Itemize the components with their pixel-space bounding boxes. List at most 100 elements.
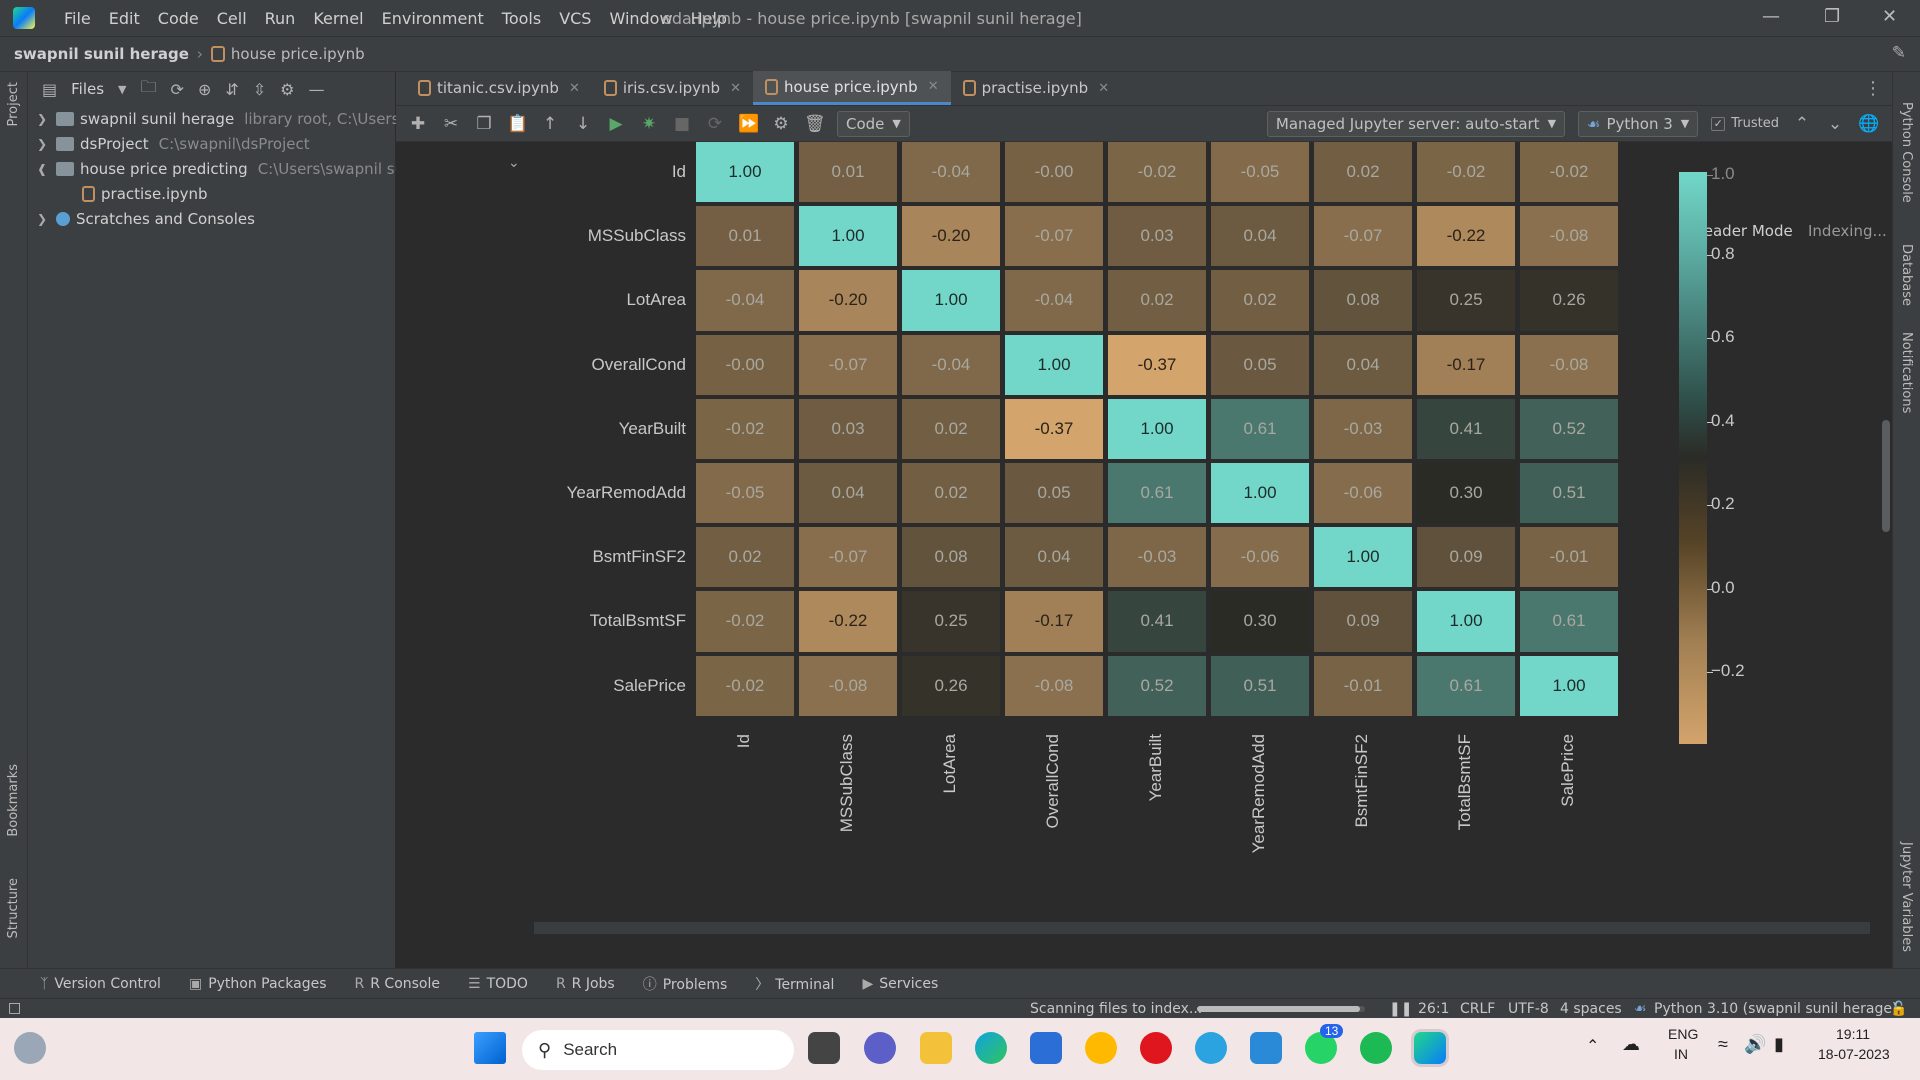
- tool-tab-terminal[interactable]: 〉 Terminal: [755, 974, 834, 994]
- jupyter-variables-tool-tab[interactable]: Jupyter Variables: [1899, 842, 1914, 952]
- tab-titanic[interactable]: titanic.csv.ipynb ✕: [406, 71, 592, 105]
- breadcrumb-file[interactable]: house price.ipynb: [231, 45, 365, 63]
- expand-all-icon[interactable]: ⇵: [225, 80, 238, 99]
- chevron-up-icon[interactable]: ⌃: [1792, 114, 1812, 134]
- project-view-selector[interactable]: Files: [71, 80, 104, 98]
- file-explorer-icon[interactable]: [920, 1032, 952, 1064]
- wifi-icon[interactable]: ≈: [1718, 1034, 1728, 1055]
- tool-tab-services[interactable]: ▶ Services: [862, 976, 938, 992]
- chevron-down-icon[interactable]: ⌄: [1825, 114, 1845, 134]
- opera-icon[interactable]: [1140, 1032, 1172, 1064]
- spotify-icon[interactable]: [1360, 1032, 1392, 1064]
- menu-file[interactable]: File: [55, 9, 100, 28]
- vscode-icon[interactable]: [1250, 1032, 1282, 1064]
- notifications-tool-tab[interactable]: Notifications: [1899, 332, 1914, 413]
- weather-icon[interactable]: [14, 1032, 46, 1064]
- menu-tools[interactable]: Tools: [493, 9, 550, 28]
- language-line2[interactable]: IN: [1674, 1046, 1688, 1062]
- menu-vcs[interactable]: VCS: [550, 9, 600, 28]
- teams-icon[interactable]: [864, 1032, 896, 1064]
- edit-icon[interactable]: ✎: [1892, 43, 1906, 63]
- debug-icon[interactable]: ✷: [639, 114, 659, 134]
- tab-iris[interactable]: iris.csv.ipynb ✕: [592, 71, 753, 105]
- close-tab-icon[interactable]: ✕: [1098, 81, 1109, 96]
- restore-icon[interactable]: ❐: [1824, 6, 1840, 27]
- cut-icon[interactable]: ✂: [441, 114, 461, 134]
- gear-icon[interactable]: ⚙: [280, 80, 294, 99]
- tree-item-scratches[interactable]: ❯ Scratches and Consoles: [34, 206, 255, 231]
- locate-icon[interactable]: ⊕: [198, 80, 211, 99]
- chevron-up-icon[interactable]: ⌃: [1586, 1036, 1599, 1056]
- tool-tab-version-control[interactable]: ᛉ Version Control: [40, 976, 161, 992]
- close-icon[interactable]: ✕: [1882, 6, 1897, 27]
- menu-environment[interactable]: Environment: [373, 9, 493, 28]
- trusted-toggle[interactable]: ✓ Trusted: [1711, 116, 1779, 131]
- add-cell-icon[interactable]: ✚: [408, 114, 428, 134]
- edge-icon[interactable]: [975, 1032, 1007, 1064]
- chevron-down-icon[interactable]: ▼: [118, 83, 126, 96]
- new-folder-icon[interactable]: 🗀: [141, 76, 157, 103]
- pause-icon[interactable]: ❚❚: [1389, 1001, 1412, 1017]
- volume-icon[interactable]: 🔊: [1744, 1034, 1766, 1055]
- tab-house-price[interactable]: house price.ipynb ✕: [753, 71, 951, 105]
- tool-tab-problems[interactable]: ⓘ Problems: [643, 974, 728, 994]
- tool-tab-r-console[interactable]: R R Console: [355, 976, 441, 992]
- tree-item-root[interactable]: ❯ swapnil sunil herage library root, C:\…: [34, 106, 434, 131]
- collapse-all-icon[interactable]: ⇳: [253, 80, 266, 99]
- store-icon[interactable]: [1030, 1032, 1062, 1064]
- structure-tool-tab[interactable]: Structure: [6, 878, 21, 938]
- clock-date[interactable]: 18-07-2023: [1818, 1046, 1890, 1062]
- weather-app-icon[interactable]: [1085, 1032, 1117, 1064]
- close-tab-icon[interactable]: ✕: [928, 79, 939, 94]
- copy-icon[interactable]: ❐: [474, 114, 494, 134]
- tree-item-house-price-predicting[interactable]: ❰ house price predicting C:\Users\swapni…: [34, 156, 436, 181]
- python-interpreter[interactable]: Python 3.10 (swapnil sunil herage): [1654, 1001, 1897, 1017]
- tree-item-practise[interactable]: practise.ipynb: [82, 181, 208, 206]
- project-tool-tab[interactable]: Project: [6, 82, 21, 126]
- run-all-icon[interactable]: ⏩: [738, 114, 759, 134]
- tree-item-dsproject[interactable]: ❯ dsProject C:\swapnil\dsProject: [34, 131, 310, 156]
- chevron-right-icon[interactable]: ❯: [34, 112, 50, 126]
- panel-toggle-icon[interactable]: □: [8, 1000, 21, 1016]
- python-console-tool-tab[interactable]: Python Console: [1899, 102, 1914, 203]
- globe-icon[interactable]: 🌐: [1858, 114, 1879, 134]
- tool-tab-python-packages[interactable]: ▣ Python Packages: [189, 976, 327, 992]
- refresh-icon[interactable]: ⟳: [171, 80, 184, 99]
- menu-edit[interactable]: Edit: [100, 9, 149, 28]
- windows-start-icon[interactable]: [474, 1032, 506, 1064]
- close-tab-icon[interactable]: ✕: [730, 81, 741, 96]
- clock-time[interactable]: 19:11: [1836, 1026, 1870, 1042]
- menu-kernel[interactable]: Kernel: [304, 9, 372, 28]
- minimize-icon[interactable]: —: [1762, 6, 1780, 27]
- output-horizontal-scrollbar[interactable]: [534, 922, 1870, 934]
- battery-icon[interactable]: ▮: [1774, 1034, 1784, 1055]
- line-separator[interactable]: CRLF: [1460, 1001, 1495, 1017]
- language-line1[interactable]: ENG: [1668, 1026, 1698, 1042]
- cloud-icon[interactable]: ☁: [1622, 1034, 1640, 1055]
- indent-setting[interactable]: 4 spaces: [1560, 1001, 1622, 1017]
- bookmarks-tool-tab[interactable]: Bookmarks: [6, 764, 21, 837]
- tab-practise[interactable]: practise.ipynb ✕: [951, 71, 1122, 105]
- kernel-select[interactable]: ☙ Python 3 ▼: [1578, 110, 1699, 137]
- more-tabs-icon[interactable]: ⋮: [1864, 78, 1882, 99]
- caret-position[interactable]: 26:1: [1418, 1001, 1449, 1017]
- delete-icon[interactable]: 🗑: [804, 114, 826, 134]
- dataspell-icon[interactable]: [1414, 1032, 1446, 1064]
- clear-outputs-icon[interactable]: ⚙: [771, 114, 791, 134]
- move-down-icon[interactable]: ↓: [573, 114, 593, 134]
- move-up-icon[interactable]: ↑: [540, 114, 560, 134]
- task-view-icon[interactable]: [808, 1032, 840, 1064]
- hide-panel-icon[interactable]: —: [309, 80, 325, 99]
- file-encoding[interactable]: UTF-8: [1508, 1001, 1549, 1017]
- jupyter-server-select[interactable]: Managed Jupyter server: auto-start ▼: [1266, 110, 1566, 137]
- lock-icon[interactable]: 🔓: [1890, 1001, 1907, 1017]
- reader-mode-button[interactable]: Reader Mode: [1694, 222, 1793, 240]
- database-tool-tab[interactable]: Database: [1899, 244, 1914, 306]
- breadcrumb-project[interactable]: swapnil sunil herage: [14, 45, 189, 63]
- tool-tab-todo[interactable]: ☰ TODO: [468, 976, 528, 992]
- close-tab-icon[interactable]: ✕: [569, 81, 580, 96]
- menu-run[interactable]: Run: [256, 9, 305, 28]
- chevron-right-icon[interactable]: ❯: [34, 137, 50, 151]
- chevron-right-icon[interactable]: ❯: [34, 212, 50, 226]
- telegram-icon[interactable]: [1195, 1032, 1227, 1064]
